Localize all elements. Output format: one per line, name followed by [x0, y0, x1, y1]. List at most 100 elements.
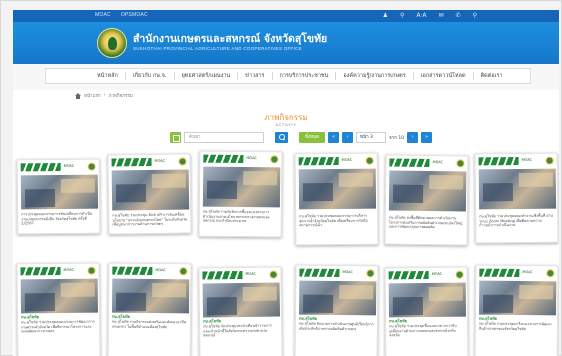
search-input[interactable]: ค้นหา [184, 132, 264, 143]
nav-item-contact[interactable]: ติดต่อเรา [474, 72, 510, 80]
card-brand: MOAC [522, 270, 533, 275]
activity-card[interactable]: MOAC กษ.สุโขทัย ร่วมประชุมคณะกรรมการบริห… [294, 152, 379, 246]
card-brand: MOAC [154, 158, 166, 163]
breadcrumb: หน้าแรก › ภาพกิจกรรม [75, 92, 133, 99]
card-caption[interactable]: กษ.สุโขทัย ร่วมประชุมชี้แจงแนวทางการขับเ… [389, 324, 464, 338]
card-photo[interactable] [298, 168, 377, 210]
show-all-button[interactable]: ทั้งหมด [299, 132, 326, 143]
nav-item-downloads[interactable]: เอกสารดาวน์โหลด [414, 72, 474, 80]
breadcrumb-home[interactable]: หน้าแรก [84, 92, 101, 99]
site-title[interactable]: สำนักงานเกษตรและสหกรณ์ จังหวัดสุโขทัย [133, 30, 327, 47]
card-stripes [203, 154, 244, 164]
first-page-button[interactable]: « [328, 132, 340, 143]
card-photo[interactable] [479, 280, 557, 316]
seal-icon [269, 270, 278, 279]
card-banner: MOAC [108, 154, 190, 170]
card-caption[interactable]: กษ.สุโขทัย ร่วมประชุมคณะกรรมการบริหารจัด… [299, 214, 374, 228]
browser-frame: MOAC OPSMOAC ♟ ⚲ A·A ✉ ✆ ⚲ สำนักงานเกษตร… [0, 0, 562, 356]
card-brand: MOAC [245, 271, 256, 276]
card-banner: MOAC [386, 155, 468, 171]
card-caption[interactable]: กษ.สุโขทัย ร่วมประชุมคณะทำงานเชิงพื้นที่… [479, 214, 554, 229]
activity-card[interactable]: MOAC กษ.สุโขทัย กษ.สุโขทัย ร่วมกิจกรรมส่… [107, 262, 192, 356]
card-brand: MOAC [63, 163, 75, 168]
card-brand: MOAC [341, 157, 353, 162]
home-icon[interactable] [75, 92, 81, 99]
card-caption[interactable]: กษ.สุโขทัย ร่วมรับฟังการชี้แจงแนวทางการด… [203, 210, 278, 225]
font-size-icon[interactable]: A·A [416, 12, 426, 19]
activity-card[interactable]: MOAC กษ.สุโขทัย กษ.สุโขทัย จัดประชุมประจ… [198, 266, 283, 356]
breadcrumb-current: ภาพกิจกรรม [108, 94, 133, 99]
card-caption[interactable]: กษ.สุโขทัย ร่วมประชุม Kick off การขับเคล… [112, 212, 187, 227]
activity-card[interactable]: MOAC กษ.สุโขทัย กษ.สุโขทัย ร่วมประชุมคณะ… [16, 262, 101, 356]
calendar-button[interactable] [170, 132, 181, 143]
nav-item-strategy[interactable]: ยุทธศาสตร์/แผนงาน [175, 72, 239, 80]
nav-item-news[interactable]: ข่าวสาร [238, 72, 273, 80]
card-banner: MOAC [475, 153, 557, 169]
card-caption[interactable]: กษ.สุโขทัย ร่วมประชุมคณะกรรมการพัฒนาการเ… [21, 320, 96, 335]
activity-card[interactable]: MOAC กษ.สุโขทัย ร่วมประชุม Kick off การข… [107, 153, 192, 235]
card-banner: MOAC [200, 151, 282, 167]
web-page: MOAC OPSMOAC ♟ ⚲ A·A ✉ ✆ ⚲ สำนักงานเกษตร… [13, 10, 559, 356]
activity-card[interactable]: MOAC การประชุมคณะกรรมการขับเคลื่อนการดำเ… [16, 158, 101, 235]
page-select[interactable]: หน้า 3 [356, 132, 387, 143]
opsmoac-link[interactable]: OPSMOAC [121, 12, 148, 18]
card-brand: MOAC [63, 267, 75, 272]
activity-card[interactable]: MOAC กษ.สุโขทัย กษ.สุโขทัย ติดตามการดำเน… [294, 264, 379, 356]
seal-icon [545, 156, 554, 165]
page-of-label: จาก 10 [389, 136, 405, 141]
card-photo[interactable] [202, 282, 280, 318]
activity-card[interactable]: MOAC กษ.สุโขทัย ร่วมรับฟังการชี้แจงแนวทา… [198, 150, 283, 238]
site-logo[interactable] [97, 28, 127, 58]
util-icons: ♟ ⚲ A·A ✉ ✆ ⚲ [383, 12, 477, 19]
card-banner: MOAC [199, 267, 281, 283]
search-button[interactable] [275, 132, 288, 143]
card-photo[interactable] [478, 168, 557, 210]
card-caption[interactable]: กษ.สุโขทัย ร่วมกิจกรรมส่งเสริมและพัฒนาอา… [112, 320, 187, 330]
card-caption[interactable]: กษ.สุโขทัย จัดประชุมประจำเดือนข้าราชการแ… [203, 324, 278, 339]
nav-wrapper: หน้าหลัก เกี่ยวกับ กษ.จ. ยุทธศาสตร์/แผนง… [13, 64, 559, 90]
card-photo[interactable] [20, 278, 98, 314]
email-icon[interactable]: ✉ [439, 12, 444, 19]
activity-card[interactable]: MOAC กษ.สุโขทัย กษ.สุโขทัย ร่วมประชุมหาร… [474, 264, 559, 356]
activity-card[interactable]: MOAC กษ.สุโขทัย กษ.สุโขทัย ร่วมประชุมชี้… [384, 266, 469, 356]
card-brand: MOAC [431, 271, 443, 276]
card-banner: MOAC [295, 153, 377, 169]
card-photo[interactable] [20, 174, 99, 210]
filter-bar: ค้นหา ทั้งหมด « ‹ หน้า 3 จาก 10 › » [170, 132, 433, 143]
search-icon[interactable]: ⚲ [400, 12, 404, 19]
user-icon[interactable]: ♟ [383, 12, 388, 19]
card-stripes [202, 270, 243, 280]
phone-icon[interactable]: ✆ [456, 12, 461, 19]
card-caption[interactable]: กษ.สุโขทัย ติดตามการดำเนินงานศูนย์เรียนร… [299, 322, 374, 332]
prev-page-button[interactable]: ‹ [342, 132, 354, 143]
card-banner: MOAC [296, 265, 378, 281]
card-caption[interactable]: กษ.สุโขทัย ร่วมประชุมหารือแนวทางการพัฒนา… [479, 322, 554, 332]
card-stripes [478, 156, 519, 166]
nav-item-home[interactable]: หน้าหลัก [90, 72, 126, 80]
card-photo[interactable] [112, 278, 190, 314]
activity-card[interactable]: MOAC กษ.สุโขทัย ร่วมประชุมคณะทำงานเชิงพื… [474, 152, 559, 244]
next-page-button[interactable]: › [407, 132, 419, 143]
card-photo[interactable] [299, 280, 377, 316]
card-caption[interactable]: การประชุมคณะกรรมการขับเคลื่อนการดำเนินงา… [21, 212, 96, 227]
card-stripes [479, 268, 520, 278]
seal-icon [179, 267, 188, 276]
last-page-button[interactable]: » [421, 132, 433, 143]
nav-item-about[interactable]: เกี่ยวกับ กษ.จ. [126, 72, 175, 80]
card-caption[interactable]: กษ.สุโขทัย ลงพื้นที่ติดตามผลการดำเนินงาน… [389, 216, 464, 231]
seal-icon [366, 269, 375, 278]
card-photo[interactable] [388, 282, 466, 318]
card-photo[interactable] [388, 170, 467, 212]
card-photo[interactable] [202, 166, 281, 208]
location-icon[interactable]: ⚲ [473, 12, 477, 19]
card-stripes [111, 157, 152, 167]
activity-card[interactable]: MOAC กษ.สุโขทัย ลงพื้นที่ติดตามผลการดำเน… [384, 154, 469, 246]
card-photo[interactable] [111, 169, 190, 211]
seal-icon [87, 162, 96, 171]
card-stripes [20, 162, 61, 172]
nav-item-knowledge[interactable]: องค์ความรู้/งานการเกษตร [336, 72, 414, 80]
nav-item-services[interactable]: การบริการประชาชน [273, 72, 337, 80]
seal-icon [270, 155, 279, 164]
top-utility-bar: MOAC OPSMOAC ♟ ⚲ A·A ✉ ✆ ⚲ [13, 10, 559, 22]
moac-link[interactable]: MOAC [95, 12, 111, 18]
